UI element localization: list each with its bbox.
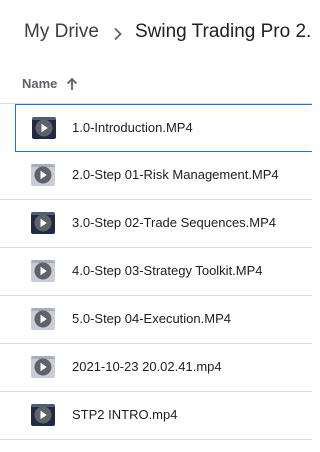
file-name: 3.0-Step 02-Trade Sequences.MP4 (72, 215, 277, 230)
arrow-up-icon[interactable] (64, 76, 80, 92)
file-row[interactable]: 5.0-Step 04-Execution.MP4 (0, 296, 312, 344)
video-thumbnail-icon (31, 212, 55, 234)
name-column-header[interactable]: Name (22, 76, 57, 91)
video-thumbnail-icon (31, 164, 55, 186)
drive-file-list-view: My Drive Swing Trading Pro 2.0 Name 1.0-… (0, 0, 312, 452)
file-row[interactable]: STP2 INTRO.mp4 (0, 392, 312, 440)
file-name: 5.0-Step 04-Execution.MP4 (72, 311, 231, 326)
video-thumbnail-icon (31, 260, 55, 282)
file-name: 4.0-Step 03-Strategy Toolkit.MP4 (72, 263, 263, 278)
breadcrumb-current-folder[interactable]: Swing Trading Pro 2.0 (135, 21, 312, 43)
video-thumbnail-icon (32, 117, 56, 139)
file-row[interactable]: 3.0-Step 02-Trade Sequences.MP4 (0, 200, 312, 248)
file-list: 1.0-Introduction.MP4 2.0-Step 01-Risk Man… (0, 104, 312, 440)
file-row[interactable]: 2.0-Step 01-Risk Management.MP4 (0, 152, 312, 200)
video-thumbnail-icon (31, 404, 55, 426)
file-row[interactable]: 1.0-Introduction.MP4 (15, 104, 312, 152)
file-name: 2.0-Step 01-Risk Management.MP4 (72, 167, 279, 182)
chevron-right-icon (113, 25, 123, 41)
list-header: Name (0, 64, 312, 104)
file-row[interactable]: 4.0-Step 03-Strategy Toolkit.MP4 (0, 248, 312, 296)
file-name: STP2 INTRO.mp4 (72, 407, 178, 422)
file-name: 2021-10-23 20.02.41.mp4 (72, 359, 222, 374)
file-row[interactable]: 2021-10-23 20.02.41.mp4 (0, 344, 312, 392)
video-thumbnail-icon (31, 356, 55, 378)
video-thumbnail-icon (31, 308, 55, 330)
breadcrumb-my-drive[interactable]: My Drive (24, 21, 99, 43)
breadcrumb: My Drive Swing Trading Pro 2.0 (24, 18, 312, 46)
file-name: 1.0-Introduction.MP4 (72, 120, 193, 135)
